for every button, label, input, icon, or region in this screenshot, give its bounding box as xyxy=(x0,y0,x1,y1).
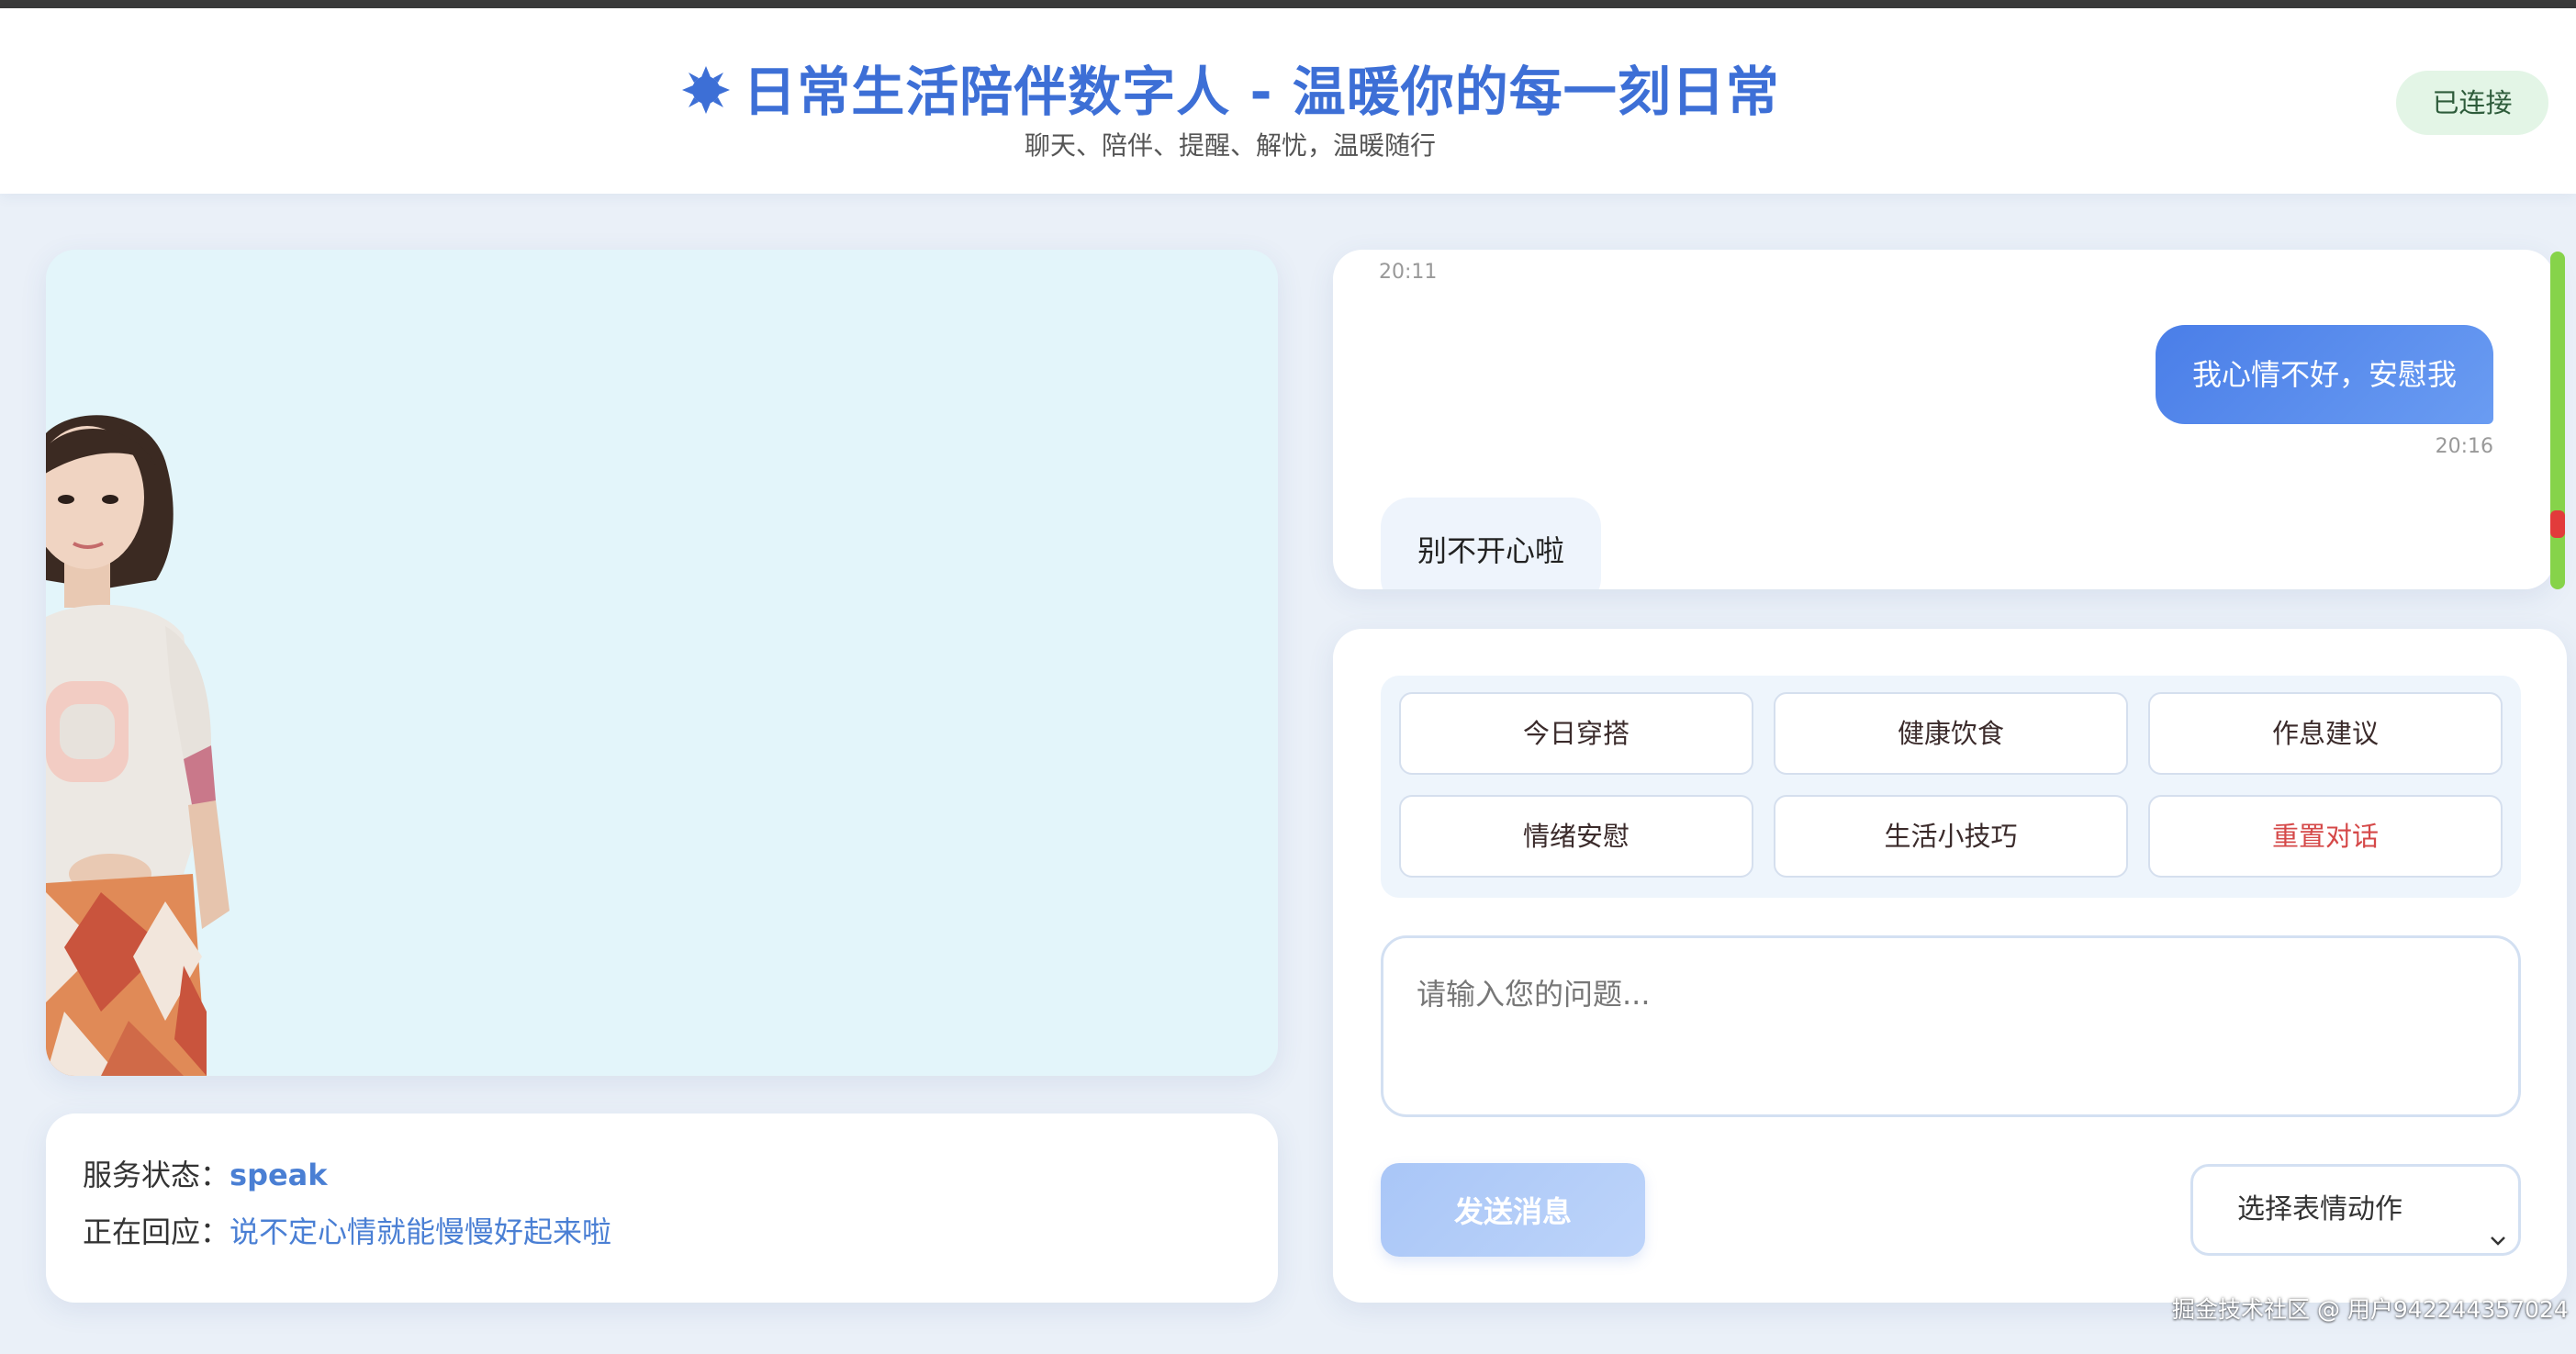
chat-scrollbar[interactable] xyxy=(2550,252,2565,589)
quick-action-comfort-button[interactable]: 情绪安慰 xyxy=(1399,795,1753,878)
question-input[interactable] xyxy=(1381,935,2521,1117)
service-status-label: 服务状态： xyxy=(83,1158,230,1192)
expression-action-select[interactable]: 选择表情动作 xyxy=(2190,1164,2521,1256)
app-header: 日常生活陪伴数字人 - 温暖你的每一刻日常 聊天、陪伴、提醒、解忧，温暖随行 已… xyxy=(0,8,2576,194)
chat-scrollbar-thumb[interactable] xyxy=(2550,510,2565,538)
chat-log[interactable]: 20:11 我心情不好，安慰我 20:16 别不开心啦 xyxy=(1333,250,2554,589)
window-top-strip xyxy=(0,0,2576,8)
sun-badge-icon xyxy=(680,64,732,129)
reset-conversation-button[interactable]: 重置对话 xyxy=(2148,795,2503,878)
service-status-panel: 服务状态：speak 正在回应：说不定心情就能慢慢好起来啦 xyxy=(46,1113,1278,1303)
assistant-message-bubble: 别不开心啦 xyxy=(1381,498,1602,589)
watermark: 掘金技术社区 @ 用户942244357024 xyxy=(2172,1296,2569,1323)
page-subtitle: 聊天、陪伴、提醒、解忧，温暖随行 xyxy=(1024,130,1436,161)
user-message-bubble: 我心情不好，安慰我 xyxy=(2155,325,2493,424)
message-time: 20:16 xyxy=(2435,435,2493,458)
quick-action-tips-button[interactable]: 生活小技巧 xyxy=(1774,795,2128,878)
control-panel: 今日穿搭 健康饮食 作息建议 情绪安慰 生活小技巧 重置对话 发送消息 选择表情… xyxy=(1333,629,2567,1303)
digital-human-avatar xyxy=(46,415,230,1076)
replying-row: 正在回应：说不定心情就能慢慢好起来啦 xyxy=(83,1209,611,1251)
title-text: 日常生活陪伴数字人 - 温暖你的每一刻日常 xyxy=(743,61,1780,123)
avatar-panel xyxy=(46,250,1278,1076)
page-title: 日常生活陪伴数字人 - 温暖你的每一刻日常 xyxy=(0,49,2460,129)
replying-value: 说不定心情就能慢慢好起来啦 xyxy=(230,1214,612,1249)
quick-action-diet-button[interactable]: 健康饮食 xyxy=(1774,692,2128,775)
chevron-down-icon xyxy=(2487,1200,2509,1286)
service-status-row: 服务状态：speak xyxy=(83,1152,328,1194)
message-time: 20:11 xyxy=(1379,261,1438,284)
send-message-button[interactable]: 发送消息 xyxy=(1381,1163,1645,1257)
expression-select-value: 选择表情动作 xyxy=(2237,1193,2402,1225)
connection-status-badge: 已连接 xyxy=(2396,71,2548,135)
quick-action-outfit-button[interactable]: 今日穿搭 xyxy=(1399,692,1753,775)
quick-action-schedule-button[interactable]: 作息建议 xyxy=(2148,692,2503,775)
service-status-value: speak xyxy=(230,1158,328,1192)
quick-actions-panel: 今日穿搭 健康饮食 作息建议 情绪安慰 生活小技巧 重置对话 xyxy=(1381,676,2521,898)
replying-label: 正在回应： xyxy=(83,1214,230,1249)
